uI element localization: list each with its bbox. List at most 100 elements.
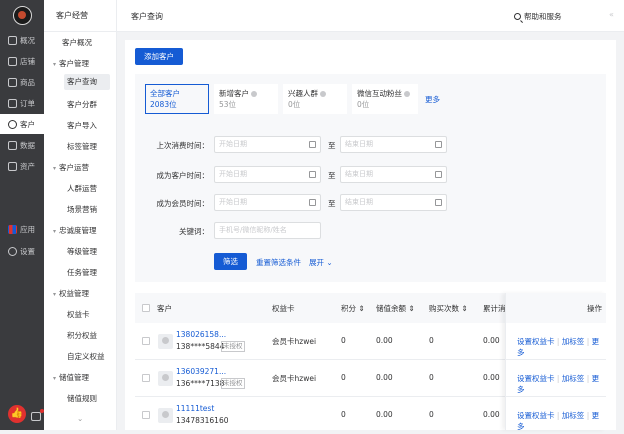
add-customer-button[interactable]: 添加客户 xyxy=(135,48,183,65)
segment-card-all[interactable]: 全部客户 2083位 xyxy=(145,84,209,114)
sidebar-item-benefit-card[interactable]: 权益卡 xyxy=(67,309,90,320)
customer-total: 0.00 xyxy=(483,373,500,382)
monitor-icon xyxy=(8,35,17,45)
rail-item-apps[interactable]: 应用 xyxy=(0,219,44,239)
customer-balance: 0.00 xyxy=(376,336,393,345)
range-separator: 至 xyxy=(328,199,336,208)
chevron-down-icon[interactable]: ⌄ xyxy=(77,414,83,423)
row-checkbox[interactable] xyxy=(142,411,150,419)
status-badge: 未授权 xyxy=(221,378,245,389)
sidebar-group-stored-value[interactable]: 储值管理 xyxy=(53,372,89,383)
last-purchase-end[interactable]: 结束日期 xyxy=(340,136,447,153)
rail-item-goods[interactable]: 商品 xyxy=(0,72,44,92)
rail-item-settings[interactable]: 设置 xyxy=(0,241,44,261)
rail-item-overview[interactable]: 概况 xyxy=(0,30,44,50)
customer-points: 0 xyxy=(341,373,346,382)
label-became-customer: 成为客户时间： xyxy=(156,171,210,180)
more-segments-link[interactable]: 更多 xyxy=(425,94,440,105)
sidebar-item-overview[interactable]: 客户概况 xyxy=(62,37,92,48)
became-member-start[interactable]: 开始日期 xyxy=(214,194,321,211)
sidebar-group-operations[interactable]: 客户运营 xyxy=(53,162,89,173)
customer-total: 0.00 xyxy=(483,336,500,345)
rail-item-assets[interactable]: 资产 xyxy=(0,156,44,176)
add-tag-link[interactable]: 加标签 xyxy=(562,411,585,420)
sidebar-group-customer-mgmt[interactable]: 客户管理 xyxy=(53,58,89,69)
user-icon xyxy=(8,119,17,129)
sidebar-item-crowd-ops[interactable]: 人群运营 xyxy=(67,183,97,194)
chat-icon[interactable] xyxy=(31,409,44,421)
rail-item-data[interactable]: 数据 xyxy=(0,135,44,155)
last-purchase-start[interactable]: 开始日期 xyxy=(214,136,321,153)
customer-name[interactable]: 11111test xyxy=(176,404,214,413)
store-logo[interactable] xyxy=(13,6,32,25)
sidebar-item-levels[interactable]: 等级管理 xyxy=(67,246,97,257)
keyword-input[interactable]: 手机号/微信昵称/姓名 xyxy=(214,222,321,239)
add-tag-link[interactable]: 加标签 xyxy=(562,374,585,383)
set-card-link[interactable]: 设置权益卡 xyxy=(517,374,555,383)
select-all-checkbox[interactable] xyxy=(142,304,150,312)
range-separator: 至 xyxy=(328,141,336,150)
customer-table: 客户 权益卡 积分 ⇕ 储值余额 ⇕ 购买次数 ⇕ 累计消 操作 1380261… xyxy=(135,293,606,431)
row-checkbox[interactable] xyxy=(142,337,150,345)
col-balance[interactable]: 储值余额 ⇕ xyxy=(376,303,415,314)
sidebar-item-tags[interactable]: 标签管理 xyxy=(67,141,97,152)
customer-phone: 136****7138 xyxy=(176,379,225,388)
top-bar: 客户查询 帮助和服务 « xyxy=(117,0,624,32)
label-last-purchase: 上次消费时间： xyxy=(156,141,210,150)
sidebar-group-benefits[interactable]: 权益管理 xyxy=(53,288,89,299)
rail-item-customers[interactable]: 客户 xyxy=(0,114,44,134)
customer-card: 会员卡hzwei xyxy=(272,374,317,383)
customer-name[interactable]: 138026158... xyxy=(176,330,226,339)
sidebar-item-import[interactable]: 客户导入 xyxy=(67,120,97,131)
row-actions: 设置权益卡 | 加标签 | 更多 xyxy=(517,374,600,394)
sidebar-item-stored-rules[interactable]: 储值规则 xyxy=(67,393,97,404)
collapse-icon[interactable]: « xyxy=(609,10,614,19)
customer-balance: 0.00 xyxy=(376,410,393,419)
became-customer-start[interactable]: 开始日期 xyxy=(214,166,321,183)
sidebar-item-points[interactable]: 积分权益 xyxy=(67,330,97,341)
status-badge: 未授权 xyxy=(221,341,245,352)
avatar xyxy=(158,334,173,349)
filter-panel: 全部客户 2083位 新增客户 53位 兴趣人群 0位 微信互动粉丝 0位 更多… xyxy=(135,74,606,282)
page-title: 客户查询 xyxy=(131,12,163,21)
calendar-icon xyxy=(435,171,442,178)
secondary-sidebar: 客户经营 客户概况 客户管理 客户查询 客户分群 客户导入 标签管理 客户运营 … xyxy=(44,0,117,430)
sidebar-item-tasks[interactable]: 任务管理 xyxy=(67,267,97,278)
rail-item-orders[interactable]: 订单 xyxy=(0,93,44,113)
col-total: 累计消 xyxy=(483,304,506,313)
segment-card-wechat[interactable]: 微信互动粉丝 0位 xyxy=(352,84,418,114)
help-link[interactable]: 帮助和服务 xyxy=(514,11,562,22)
chart-icon xyxy=(8,140,17,150)
customer-name[interactable]: 136039271... xyxy=(176,367,226,376)
calendar-icon xyxy=(309,199,316,206)
add-tag-link[interactable]: 加标签 xyxy=(562,337,585,346)
sidebar-group-loyalty[interactable]: 忠诚度管理 xyxy=(53,225,97,236)
row-checkbox[interactable] xyxy=(142,374,150,382)
thumbs-up-icon[interactable]: 👍 xyxy=(8,405,26,423)
sidebar-item-custom-benefit[interactable]: 自定义权益 xyxy=(67,351,105,362)
segment-card-interest[interactable]: 兴趣人群 0位 xyxy=(283,84,347,114)
reset-filters-link[interactable]: 重置筛选条件 xyxy=(256,257,301,268)
sidebar-title: 客户经营 xyxy=(44,0,116,32)
col-points[interactable]: 积分 ⇕ xyxy=(341,303,365,314)
sidebar-item-scene-marketing[interactable]: 场景营销 xyxy=(67,204,97,215)
rail-item-store[interactable]: 店铺 xyxy=(0,51,44,71)
set-card-link[interactable]: 设置权益卡 xyxy=(517,337,555,346)
expand-filters-link[interactable]: 展开 ⌄ xyxy=(309,257,333,268)
col-purchase-count[interactable]: 购买次数 ⇕ xyxy=(429,303,468,314)
help-icon xyxy=(251,91,257,97)
filter-button[interactable]: 筛选 xyxy=(214,253,247,270)
apps-icon xyxy=(8,224,17,234)
became-customer-end[interactable]: 结束日期 xyxy=(340,166,447,183)
customer-phone: 138****5844 xyxy=(176,342,225,351)
calendar-icon xyxy=(435,199,442,206)
customer-balance: 0.00 xyxy=(376,373,393,382)
sidebar-item-customer-query[interactable]: 客户查询 xyxy=(64,74,110,90)
segment-card-new[interactable]: 新增客户 53位 xyxy=(214,84,278,114)
search-icon xyxy=(514,13,521,20)
avatar xyxy=(158,408,173,423)
set-card-link[interactable]: 设置权益卡 xyxy=(517,411,555,420)
sidebar-item-segments[interactable]: 客户分群 xyxy=(67,99,97,110)
became-member-end[interactable]: 结束日期 xyxy=(340,194,447,211)
customer-phone: 13478316160 xyxy=(176,416,229,425)
